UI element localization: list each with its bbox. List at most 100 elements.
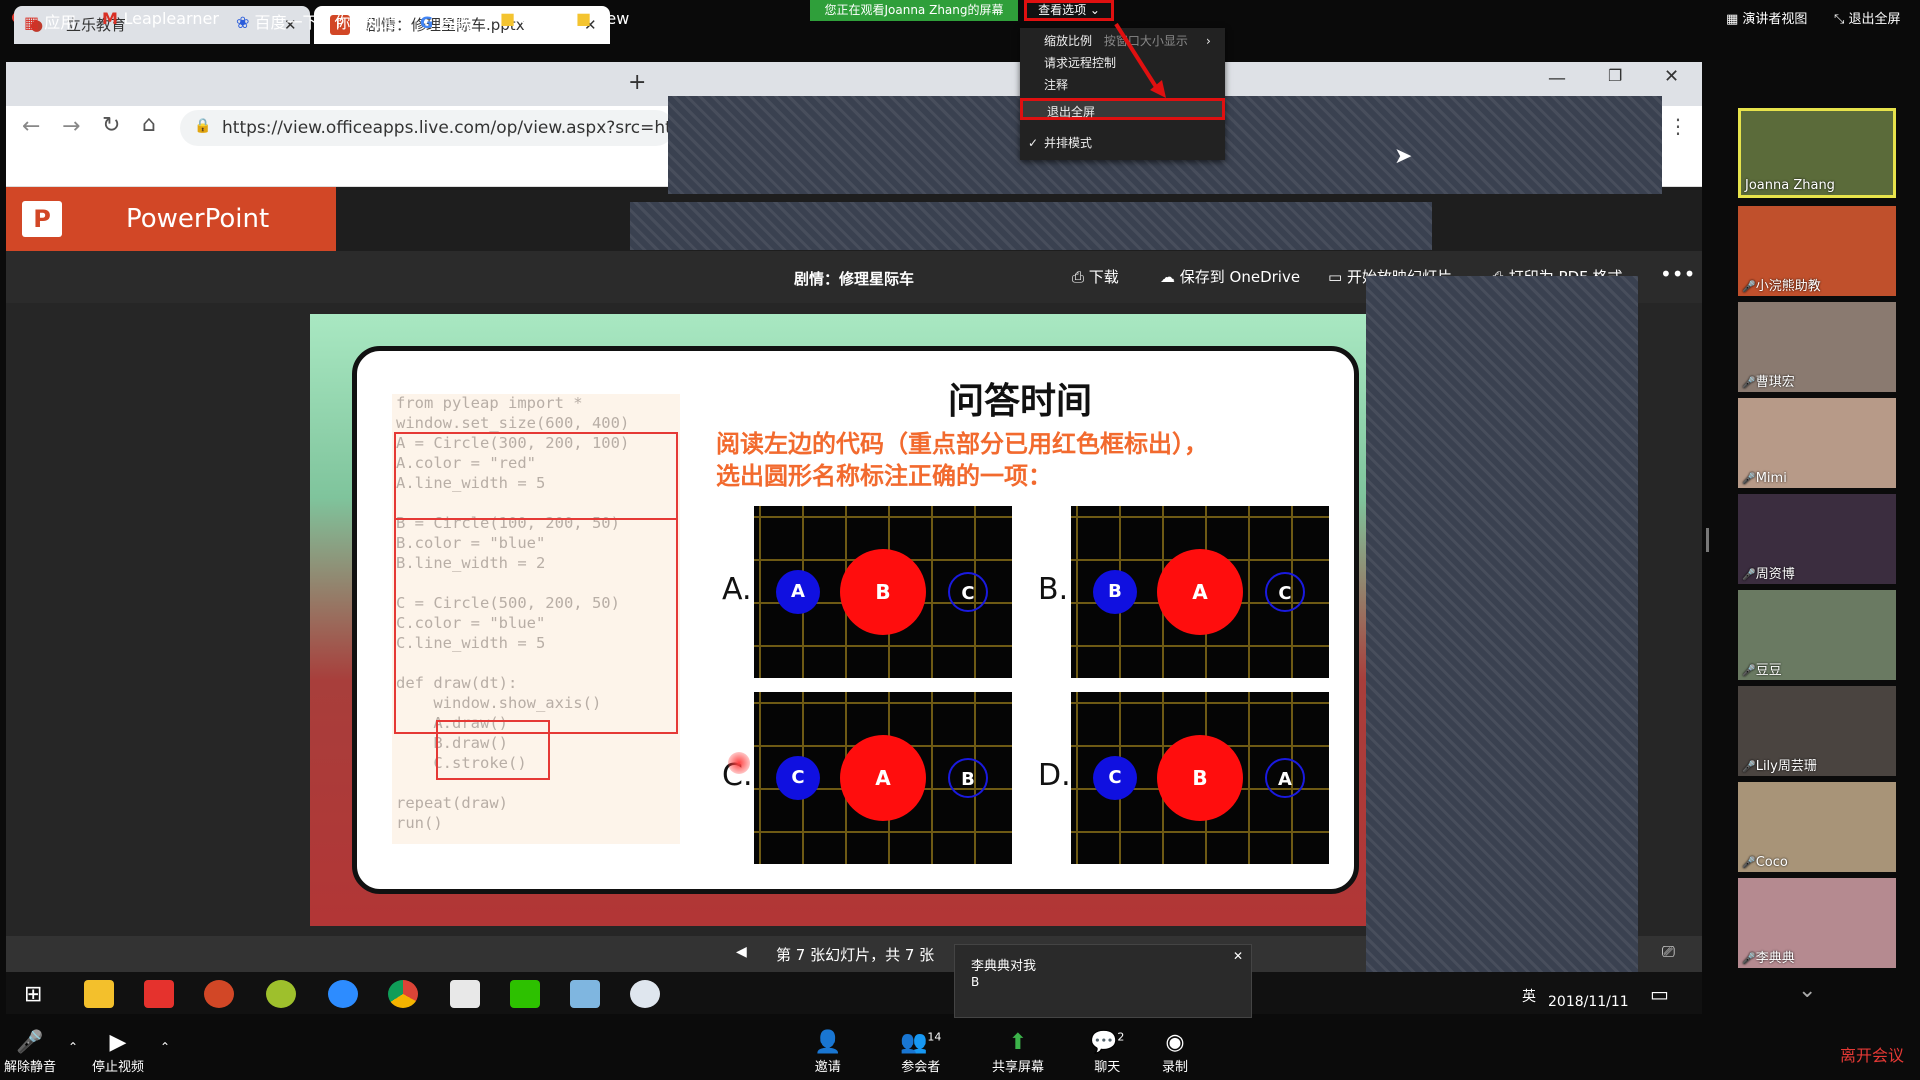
option-b-panel[interactable]: B A C [1071,506,1329,678]
code-line: window.set_size(600, 400) [396,414,630,432]
bookmark-label: 应用 [44,13,77,32]
invite-button[interactable]: 👤 邀请 [814,1030,841,1075]
participant-tile[interactable]: 🎤Lily周芸珊 [1738,686,1896,776]
participant-tile[interactable]: Joanna Zhang [1738,108,1896,198]
bookmark-baidu[interactable]: ❀ 百度一下，你就知道 [236,9,399,33]
save-onedrive-button[interactable]: ☁ 保存到 OneDrive [1160,266,1300,287]
back-arrow-icon[interactable]: ← [22,114,40,139]
forward-arrow-icon[interactable]: → [62,114,80,139]
bookmark-label: old [520,9,545,28]
more-menu-icon[interactable]: ⋮ [1668,114,1688,138]
bookmark-leaplearner[interactable]: M Leaplearner [102,9,219,28]
presentation-icon[interactable]: ⎚ [1662,942,1675,962]
home-icon[interactable]: ⌂ [142,112,156,137]
share-screen-button[interactable]: ⬆ 共享屏幕 [992,1030,1044,1075]
address-bar[interactable]: 🔒 https://view.officeapps.live.com/op/vi… [180,110,678,146]
reload-icon[interactable]: ↻ [102,113,120,138]
participants-icon: 👥14 [900,1030,942,1055]
chevron-right-icon: › [1206,34,1211,48]
close-window-icon[interactable]: ✕ [1664,66,1679,87]
file-explorer-icon[interactable] [84,980,114,1008]
participant-name: Mimi [1755,471,1787,486]
chat-button[interactable]: 💬2 聊天 [1090,1030,1124,1075]
bookmark-new[interactable]: ■ new [576,9,629,28]
menu-exit-fullscreen[interactable]: 退出全屏 [1020,98,1225,120]
app-icon[interactable] [570,980,600,1008]
participant-tile[interactable]: 🎤曹琪宏 [1738,302,1896,392]
panel-resize-handle[interactable] [1706,528,1709,552]
windows-taskbar [6,972,1702,1014]
app-icon[interactable] [630,980,660,1008]
highlight-box [394,514,678,734]
download-button[interactable]: ⎙ 下载 [1072,266,1119,287]
powerpoint-icon[interactable] [204,980,234,1008]
bookmark-old[interactable]: ■ old [500,9,545,28]
leave-meeting-button[interactable]: 离开会议 [1840,1042,1904,1066]
muted-mic-icon: 🎤 [1742,376,1756,389]
chat-count: 2 [1117,1030,1125,1044]
windows-start-icon[interactable]: ⊞ [24,982,42,1007]
participant-tile[interactable]: 🎤小浣熊助教 [1738,206,1896,296]
unmute-button[interactable]: 🎤 解除静音 [4,1030,56,1075]
close-icon[interactable]: ✕ [1233,949,1243,963]
menu-label: 并排模式 [1044,136,1093,150]
instruction-line: 阅读左边的代码（重点部分已用红色框标出）， [716,430,1208,458]
chat-message: B [971,975,980,989]
muted-mic-icon: 🎤 [1742,568,1756,581]
option-a-panel[interactable]: A B C [754,506,1012,678]
zoom-icon[interactable] [328,980,358,1008]
chrome-icon[interactable] [388,980,418,1008]
record-label: 录制 [1162,1060,1189,1075]
participant-tile[interactable]: 🎤周资博 [1738,494,1896,584]
participant-tile[interactable]: 🎤Coco [1738,782,1896,872]
prev-slide-icon[interactable]: ◀ [736,944,747,960]
presenter-view-button[interactable]: ▦ 演讲者视图 [1726,8,1807,27]
download-icon: ⎙ [1072,268,1089,286]
more-options-icon[interactable]: ••• [1660,262,1695,286]
highlight-box [394,432,678,520]
app-icon[interactable] [266,980,296,1008]
option-c-panel[interactable]: C A B [754,692,1012,864]
circle-mid: A [840,735,926,821]
document-icon[interactable] [450,980,480,1008]
cloud-icon: ☁ [1160,268,1180,286]
participant-tile[interactable]: 🎤豆豆 [1738,590,1896,680]
ime-indicator[interactable]: 英 [1522,986,1536,1006]
stop-video-label: 停止视频 [92,1060,145,1075]
bookmark-label: 谷歌 [438,13,471,32]
circle-mid: A [1157,549,1243,635]
youdao-icon[interactable] [144,980,174,1008]
chat-popup[interactable]: 李典典对我 B ✕ [954,944,1252,1018]
participant-tile[interactable]: 🎤李典典 [1738,878,1896,968]
invite-label: 邀请 [814,1060,841,1075]
participant-name: Joanna Zhang [1745,178,1835,193]
circle-left: B [1093,570,1137,614]
option-label: D. [1038,758,1071,793]
collapse-icon: ⤡ [1834,12,1849,27]
ppt-brand[interactable]: P PowerPoint Online [6,187,336,298]
notification-icon[interactable]: ▭ [1650,982,1669,1006]
wechat-icon[interactable] [510,980,540,1008]
chevron-up-icon[interactable]: ⌃ [68,1040,78,1054]
save-onedrive-label: 保存到 OneDrive [1179,268,1301,286]
participant-tile[interactable]: 🎤Mimi [1738,398,1896,488]
new-tab-plus-icon[interactable]: + [628,70,646,95]
screen-share-mask [1366,276,1638,990]
exit-fullscreen-button[interactable]: ⤡ 退出全屏 [1834,8,1901,27]
restore-icon[interactable]: ❐ [1608,66,1622,85]
option-d-panel[interactable]: C B A [1071,692,1329,864]
bookmark-google[interactable]: G 谷歌 [420,9,471,33]
record-button[interactable]: ◉ 录制 [1162,1030,1188,1075]
chevron-down-icon[interactable]: ⌄ [1798,978,1816,1003]
menu-side-by-side[interactable]: ✓ 并排模式 [1020,132,1225,154]
stop-video-button[interactable]: ▶ 停止视频 [92,1030,144,1075]
participants-button[interactable]: 👥14 参会者 [900,1030,941,1075]
presenter-view-label: 演讲者视图 [1742,12,1808,27]
apps-grid-icon: ▦ [24,13,45,32]
bookmark-apps[interactable]: ▦ 应用 [24,9,76,33]
view-options-button[interactable]: 查看选项 ⌄ [1024,0,1114,21]
checkmark-icon: ✓ [1028,136,1039,150]
chevron-up-icon[interactable]: ⌃ [160,1040,170,1054]
lock-icon: 🔒 [194,118,212,134]
minimize-icon[interactable]: — [1548,68,1566,89]
